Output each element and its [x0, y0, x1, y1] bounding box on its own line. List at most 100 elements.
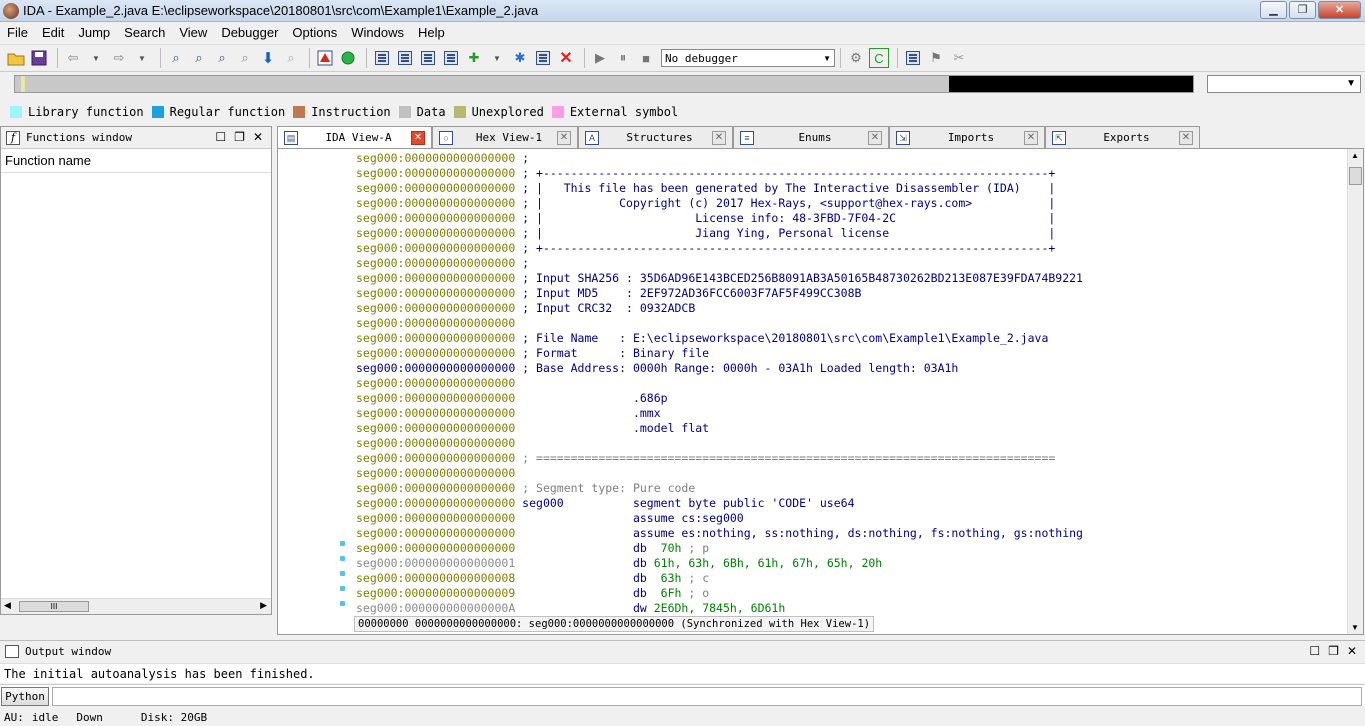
scroll-up-icon[interactable]: ▲ [1351, 151, 1359, 160]
python-cli-button[interactable]: Python [1, 687, 49, 706]
disassembly-line[interactable]: seg000:0000000000000000 assume es:nothin… [356, 526, 1346, 541]
restore-panel-icon[interactable]: ☐ [1309, 644, 1320, 658]
menu-view[interactable]: View [172, 23, 214, 43]
close-tab-icon[interactable]: ✕ [557, 130, 571, 145]
disassembly-line[interactable]: seg000:0000000000000000 db 70h ; p [356, 541, 1346, 556]
restore-panel-icon[interactable]: ☐ [215, 130, 226, 144]
scroll-right-icon[interactable]: ▶ [260, 600, 267, 611]
close-tab-icon[interactable]: ✕ [411, 130, 425, 145]
disassembly-line[interactable]: seg000:0000000000000000 assume cs:seg000 [356, 511, 1346, 526]
disassembly-line[interactable]: seg000:0000000000000000 ; File Name : E:… [356, 331, 1346, 346]
forward-dropdown-icon[interactable]: ▼ [132, 48, 152, 68]
cli-input[interactable] [52, 687, 1362, 706]
minimize-button[interactable]: ▁ [1260, 1, 1287, 19]
menu-debugger[interactable]: Debugger [214, 23, 285, 43]
navigation-strip[interactable] [14, 75, 1194, 93]
close-panel-icon[interactable]: ✕ [1347, 644, 1357, 658]
debug-options-icon[interactable]: C [869, 48, 889, 68]
disassembly-line[interactable]: seg000:0000000000000000 ; | License info… [356, 211, 1346, 226]
disassembly-line[interactable]: seg000:0000000000000000 ; [356, 151, 1346, 166]
tab-imports[interactable]: ⇲ Imports ✕ [889, 126, 1045, 148]
close-tab-icon[interactable]: ✕ [868, 130, 882, 145]
scrollbar-thumb[interactable]: III [19, 601, 89, 612]
close-tab-icon[interactable]: ✕ [712, 130, 726, 145]
pause-icon[interactable]: ⏸ [613, 48, 633, 68]
disassembly-line[interactable]: seg000:0000000000000000 .mmx [356, 406, 1346, 421]
disassembly-line[interactable]: seg000:0000000000000000 [356, 316, 1346, 331]
create-code-icon[interactable] [372, 48, 392, 68]
forward-arrow-icon[interactable]: ⇨ [109, 48, 129, 68]
disassembly-line[interactable]: seg000:000000000000000A dw 2E6Dh, 7845h,… [356, 601, 1346, 616]
ida-view-a-panel[interactable]: seg000:0000000000000000 ; seg000:00000000… [277, 148, 1364, 635]
open-folder-icon[interactable] [6, 48, 26, 68]
search-gray-icon[interactable]: ⌕ [281, 48, 301, 68]
scroll-down-icon[interactable]: ▼ [1351, 623, 1359, 632]
disassembly-line[interactable]: seg000:0000000000000008 db 63h ; c [356, 571, 1346, 586]
disassembly-line[interactable]: seg000:0000000000000000 ; Input MD5 : 2E… [356, 286, 1346, 301]
float-panel-icon[interactable]: ❐ [234, 130, 245, 144]
tab-structures[interactable]: A Structures ✕ [578, 126, 733, 148]
function-name-column-header[interactable]: Function name [1, 149, 271, 173]
tab-exports[interactable]: ⇱ Exports ✕ [1045, 126, 1200, 148]
disassembly-line[interactable]: seg000:0000000000000000 [356, 436, 1346, 451]
disassembly-line[interactable]: seg000:0000000000000000 ; | Jiang Ying, … [356, 226, 1346, 241]
disassembly-line[interactable]: seg000:0000000000000000 ; Segment type: … [356, 481, 1346, 496]
create-data-icon[interactable] [395, 48, 415, 68]
menu-edit[interactable]: Edit [35, 23, 71, 43]
save-icon[interactable] [29, 48, 49, 68]
disassembly-line[interactable]: seg000:0000000000000000 ; ==============… [356, 451, 1346, 466]
search-binary-icon[interactable]: ⌕ [212, 48, 232, 68]
search-text-icon[interactable]: ⌕ [189, 48, 209, 68]
disassembly-line[interactable]: seg000:0000000000000000 ; [356, 256, 1346, 271]
disassembly-line[interactable]: seg000:0000000000000000 .model flat [356, 421, 1346, 436]
tab-enums[interactable]: ≡ Enums ✕ [733, 126, 889, 148]
close-tab-icon[interactable]: ✕ [1024, 130, 1038, 145]
disassembly-line[interactable]: seg000:0000000000000000 ; | This file ha… [356, 181, 1346, 196]
disassembly-vertical-scrollbar[interactable]: ▲ ▼ [1347, 149, 1363, 634]
close-button[interactable]: ✕ [1318, 1, 1361, 19]
menu-jump[interactable]: Jump [71, 23, 117, 43]
edit-function-icon[interactable] [533, 48, 553, 68]
stop-icon[interactable]: ■ [636, 48, 656, 68]
create-string-icon[interactable] [418, 48, 438, 68]
disassembly-line[interactable]: seg000:0000000000000000 .686p [356, 391, 1346, 406]
functions-horizontal-scrollbar[interactable]: ◀ III ▶ [1, 598, 271, 614]
disassembly-line[interactable]: seg000:0000000000000000 ; Format : Binar… [356, 346, 1346, 361]
delete-x-icon[interactable]: ✕ [556, 48, 576, 68]
disassembly-line[interactable]: seg000:0000000000000000 ; +-------------… [356, 166, 1346, 181]
add-dropdown-icon[interactable]: ✚ [464, 48, 484, 68]
disassembly-line[interactable]: seg000:0000000000000000 seg000 segment b… [356, 496, 1346, 511]
search-next-icon[interactable]: ⌕ [235, 48, 255, 68]
attach-process-icon[interactable]: ⚙ [846, 48, 866, 68]
disassembly-line[interactable]: seg000:0000000000000009 db 6Fh ; o [356, 586, 1346, 601]
menu-windows[interactable]: Windows [344, 23, 411, 43]
breakpoint-list-icon[interactable] [903, 48, 923, 68]
disassembly-line[interactable]: seg000:0000000000000000 ; | Copyright (c… [356, 196, 1346, 211]
disassembly-line[interactable]: seg000:0000000000000001 db 61h, 63h, 6Bh… [356, 556, 1346, 571]
tracing-icon[interactable]: ⚑ [926, 48, 946, 68]
disassembly-line[interactable]: seg000:0000000000000000 ; +-------------… [356, 241, 1346, 256]
menu-help[interactable]: Help [411, 23, 452, 43]
binoculars-icon[interactable]: ⌕ [166, 48, 186, 68]
scrollbar-thumb[interactable] [1349, 167, 1362, 185]
warning-icon[interactable] [315, 48, 335, 68]
maximize-button[interactable]: ❐ [1289, 1, 1316, 19]
navigation-select[interactable]: ▼ [1207, 75, 1361, 93]
float-panel-icon[interactable]: ❐ [1328, 644, 1339, 658]
play-icon[interactable]: ▶ [590, 48, 610, 68]
disconnect-icon[interactable]: ✂ [949, 48, 969, 68]
disassembly-line[interactable]: seg000:0000000000000000 [356, 466, 1346, 481]
disassembly-line[interactable]: seg000:0000000000000000 ; Base Address: … [356, 361, 1346, 376]
disassembly-line[interactable]: seg000:0000000000000000 ; Input SHA256 :… [356, 271, 1346, 286]
close-panel-icon[interactable]: ✕ [253, 130, 263, 144]
menu-search[interactable]: Search [117, 23, 172, 43]
disassembly-listing[interactable]: seg000:0000000000000000 ; seg000:00000000… [356, 151, 1346, 616]
star-icon[interactable]: ✱ [510, 48, 530, 68]
menu-options[interactable]: Options [285, 23, 344, 43]
create-array-icon[interactable] [441, 48, 461, 68]
green-circle-icon[interactable] [338, 48, 358, 68]
download-arrow-icon[interactable]: ⬇ [258, 48, 278, 68]
tab-hex-view-1[interactable]: ○ Hex View-1 ✕ [432, 126, 578, 148]
debugger-select[interactable]: No debugger ▼ [661, 49, 835, 67]
close-tab-icon[interactable]: ✕ [1179, 130, 1193, 145]
